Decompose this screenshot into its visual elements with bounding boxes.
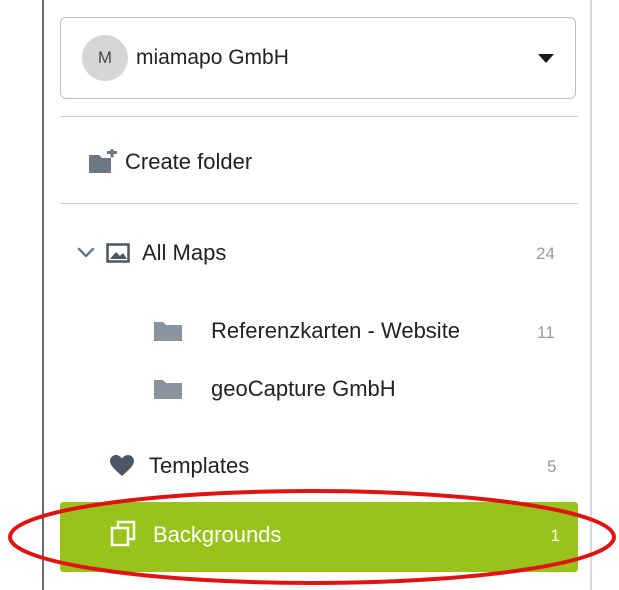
nav-item-templates[interactable]: Templates	[109, 448, 249, 484]
image-icon	[106, 243, 130, 263]
folder-label: geoCapture GmbH	[211, 376, 396, 401]
folder-icon	[154, 322, 182, 341]
backgrounds-count: 1	[550, 526, 560, 545]
templates-count: 5	[547, 457, 557, 476]
chevron-down-icon[interactable]	[76, 246, 96, 260]
sidebar-screenshot: M miamapo GmbH Create folder All Maps 24…	[0, 0, 619, 590]
organization-name: miamapo GmbH	[136, 46, 289, 69]
layers-icon	[110, 520, 136, 547]
create-folder-button[interactable]: Create folder	[87, 144, 252, 180]
nav-item-backgrounds[interactable]: Backgrounds 1	[60, 502, 578, 572]
all-maps-count: 24	[536, 244, 555, 263]
divider	[60, 116, 578, 117]
tree-item-folder[interactable]: geoCapture GmbH	[153, 371, 396, 407]
avatar: M	[82, 35, 128, 81]
avatar-initial: M	[97, 48, 113, 67]
folder-icon	[154, 380, 182, 399]
chevron-down-icon	[538, 54, 554, 63]
heart-icon	[110, 455, 134, 476]
create-folder-label: Create folder	[125, 149, 253, 174]
backgrounds-label: Backgrounds	[153, 522, 282, 547]
all-maps-label: All Maps	[142, 240, 227, 265]
panel-edge	[590, 0, 592, 590]
folder-plus-icon	[89, 149, 117, 173]
folder-count: 11	[537, 323, 555, 342]
divider	[60, 203, 578, 204]
tree-item-folder[interactable]: Referenzkarten - Website	[153, 313, 460, 349]
templates-label: Templates	[149, 453, 250, 478]
folder-label: Referenzkarten - Website	[211, 318, 461, 343]
tree-item-all-maps[interactable]: All Maps	[76, 235, 226, 271]
organization-selector[interactable]: M miamapo GmbH	[60, 17, 576, 99]
